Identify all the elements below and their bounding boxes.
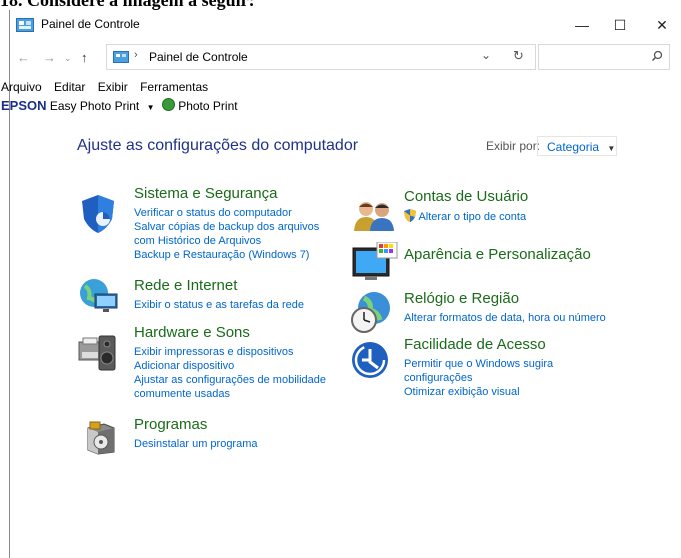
programs-link[interactable]: Programas: [134, 416, 258, 434]
photo-print-button[interactable]: Photo Print: [178, 99, 237, 113]
breadcrumb[interactable]: Painel de Controle: [149, 50, 248, 64]
breadcrumb-separator-icon: ›: [134, 49, 138, 61]
up-arrow-icon[interactable]: ↑: [81, 50, 88, 65]
check-status-link[interactable]: Verificar o status do computador: [134, 206, 319, 220]
mobility-settings-link-continued[interactable]: comumente usadas: [134, 387, 326, 401]
view-by-label: Exibir por:: [486, 139, 541, 153]
category-ease-of-access: Facilidade de Acesso Permitir que o Wind…: [404, 336, 553, 399]
user-accounts-icon[interactable]: [353, 198, 395, 237]
title-bar: Painel de Controle — ☐ ✕: [10, 10, 681, 40]
photo-print-icon: [161, 98, 175, 111]
add-device-link[interactable]: Adicionar dispositivo: [134, 359, 326, 373]
epson-logo: EPSON: [1, 98, 47, 113]
forward-arrow-icon[interactable]: →: [43, 50, 56, 65]
maximize-button[interactable]: ☐: [602, 13, 638, 37]
backup-files-link-continued[interactable]: com Histórico de Arquivos: [134, 234, 319, 248]
control-panel-icon: [113, 50, 129, 68]
uninstall-program-link[interactable]: Desinstalar um programa: [134, 437, 258, 451]
view-printers-link[interactable]: Exibir impressoras e dispositivos: [134, 345, 326, 359]
ease-of-access-icon[interactable]: [350, 340, 390, 385]
appearance-link[interactable]: Aparência e Personalização: [404, 246, 591, 264]
category-network: Rede e Internet Exibir o status e as tar…: [134, 277, 304, 312]
search-input[interactable]: [538, 44, 670, 70]
mobility-settings-link[interactable]: Ajustar as configurações de mobilidade: [134, 373, 326, 387]
category-hardware: Hardware e Sons Exibir impressoras e dis…: [134, 324, 326, 401]
category-system-security: Sistema e Segurança Verificar o status d…: [134, 185, 319, 262]
windows-suggest-link-continued[interactable]: configurações: [404, 371, 553, 385]
network-globe-icon[interactable]: [77, 276, 121, 321]
category-accounts: Contas de Usuário Alterar o tipo de cont…: [404, 188, 528, 226]
epson-toolbar: EPSON Easy Photo Print ▼ Photo Print: [1, 98, 238, 113]
backup-restore-link[interactable]: Backup e Restauração (Windows 7): [134, 248, 319, 262]
hardware-sound-link[interactable]: Hardware e Sons: [134, 324, 326, 342]
appearance-monitor-icon[interactable]: [351, 241, 399, 289]
refresh-icon[interactable]: ↻: [513, 48, 524, 64]
close-button[interactable]: ✕: [644, 13, 680, 37]
chevron-down-icon[interactable]: ⌄: [481, 48, 491, 62]
address-field[interactable]: › Painel de Controle ⌄ ↻: [106, 44, 536, 70]
dropdown-arrow-icon[interactable]: ▼: [147, 103, 155, 112]
programs-box-icon[interactable]: [84, 420, 118, 461]
shield-icon[interactable]: [79, 193, 117, 240]
window-title: Painel de Controle: [41, 17, 140, 31]
address-bar-row: ← → ⌄ ↑ › Painel de Controle ⌄ ↻: [10, 42, 681, 72]
minimize-button[interactable]: —: [564, 13, 600, 37]
clock-region-link[interactable]: Relógio e Região: [404, 290, 606, 308]
menu-arquivo[interactable]: Arquivo: [1, 80, 42, 94]
page-title: Ajuste as configurações do computador: [77, 137, 359, 154]
recent-chevron-icon[interactable]: ⌄: [64, 53, 72, 64]
ease-of-access-link[interactable]: Facilidade de Acesso: [404, 336, 553, 354]
menu-bar: Arquivo Editar Exibir Ferramentas: [1, 80, 217, 94]
user-accounts-link[interactable]: Contas de Usuário: [404, 188, 528, 206]
network-internet-link[interactable]: Rede e Internet: [134, 277, 304, 295]
system-security-link[interactable]: Sistema e Segurança: [134, 185, 319, 203]
search-icon: [651, 49, 663, 67]
clock-globe-icon[interactable]: [350, 290, 394, 339]
category-clock: Relógio e Região Alterar formatos de dat…: [404, 290, 606, 325]
network-status-link[interactable]: Exibir o status e as tarefas da rede: [134, 298, 304, 312]
change-account-type-link[interactable]: Alterar o tipo de conta: [418, 211, 526, 223]
windows-suggest-link[interactable]: Permitir que o Windows sugira: [404, 357, 553, 371]
change-account-type-row[interactable]: Alterar o tipo de conta: [404, 209, 528, 226]
optimize-display-link[interactable]: Otimizar exibição visual: [404, 385, 553, 399]
printer-speaker-icon[interactable]: [77, 330, 123, 379]
back-arrow-icon[interactable]: ←: [17, 50, 30, 65]
category-appearance: Aparência e Personalização: [404, 246, 591, 267]
control-panel-window: Painel de Controle — ☐ ✕ ← → ⌄ ↑ › Paine…: [1, 10, 681, 558]
easy-photo-print-button[interactable]: Easy Photo Print: [50, 99, 139, 113]
chevron-down-icon: ▼: [607, 144, 616, 153]
view-by-select[interactable]: Categoria ▼: [537, 136, 617, 156]
backup-files-link[interactable]: Salvar cópias de backup dos arquivos: [134, 220, 319, 234]
control-panel-icon: [16, 18, 34, 37]
menu-editar[interactable]: Editar: [54, 80, 85, 94]
change-formats-link[interactable]: Alterar formatos de data, hora ou número: [404, 311, 606, 325]
uac-shield-icon: [404, 209, 416, 226]
menu-exibir[interactable]: Exibir: [98, 80, 128, 94]
category-programs: Programas Desinstalar um programa: [134, 416, 258, 451]
menu-ferramentas[interactable]: Ferramentas: [140, 80, 208, 94]
view-by-value: Categoria: [547, 140, 600, 154]
